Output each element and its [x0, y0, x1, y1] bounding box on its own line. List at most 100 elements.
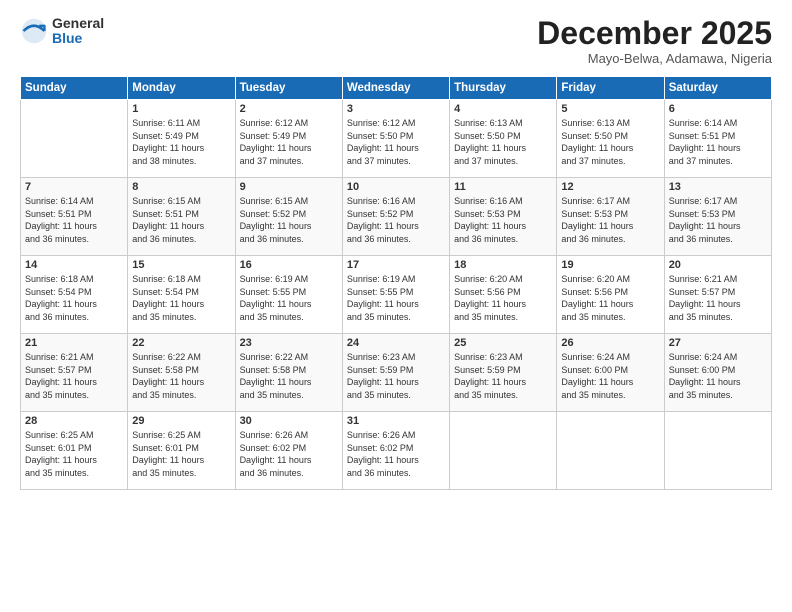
day-info: Sunrise: 6:15 AM Sunset: 5:52 PM Dayligh… — [240, 195, 338, 245]
day-info: Sunrise: 6:20 AM Sunset: 5:56 PM Dayligh… — [454, 273, 552, 323]
day-number: 24 — [347, 337, 445, 349]
day-info: Sunrise: 6:21 AM Sunset: 5:57 PM Dayligh… — [25, 351, 123, 401]
calendar-week-2: 7 Sunrise: 6:14 AM Sunset: 5:51 PM Daylig… — [21, 178, 772, 256]
calendar-cell: 15 Sunrise: 6:18 AM Sunset: 5:54 PM Dayli… — [128, 256, 235, 334]
calendar-cell: 27 Sunrise: 6:24 AM Sunset: 6:00 PM Dayli… — [664, 334, 771, 412]
calendar-cell: 5 Sunrise: 6:13 AM Sunset: 5:50 PM Daylig… — [557, 100, 664, 178]
calendar-cell — [557, 412, 664, 490]
day-info: Sunrise: 6:22 AM Sunset: 5:58 PM Dayligh… — [240, 351, 338, 401]
day-info: Sunrise: 6:14 AM Sunset: 5:51 PM Dayligh… — [669, 117, 767, 167]
day-info: Sunrise: 6:24 AM Sunset: 6:00 PM Dayligh… — [669, 351, 767, 401]
calendar-cell: 14 Sunrise: 6:18 AM Sunset: 5:54 PM Dayli… — [21, 256, 128, 334]
calendar-cell: 1 Sunrise: 6:11 AM Sunset: 5:49 PM Daylig… — [128, 100, 235, 178]
calendar-cell — [21, 100, 128, 178]
calendar-cell: 24 Sunrise: 6:23 AM Sunset: 5:59 PM Dayli… — [342, 334, 449, 412]
col-thursday: Thursday — [450, 77, 557, 100]
logo-blue-text: Blue — [52, 31, 104, 46]
day-number: 27 — [669, 337, 767, 349]
day-number: 6 — [669, 103, 767, 115]
calendar-cell: 22Sunrise: 6:22 AM Sunset: 5:58 PM Dayli… — [128, 334, 235, 412]
calendar-cell: 7 Sunrise: 6:14 AM Sunset: 5:51 PM Daylig… — [21, 178, 128, 256]
logo-icon — [20, 17, 48, 45]
day-number: 21 — [25, 337, 123, 349]
day-info: Sunrise: 6:13 AM Sunset: 5:50 PM Dayligh… — [454, 117, 552, 167]
calendar-cell: 6 Sunrise: 6:14 AM Sunset: 5:51 PM Daylig… — [664, 100, 771, 178]
day-info: Sunrise: 6:18 AM Sunset: 5:54 PM Dayligh… — [25, 273, 123, 323]
day-number: 28 — [25, 415, 123, 427]
calendar-cell: 17Sunrise: 6:19 AM Sunset: 5:55 PM Dayli… — [342, 256, 449, 334]
day-number: 18 — [454, 259, 552, 271]
day-info: Sunrise: 6:14 AM Sunset: 5:51 PM Dayligh… — [25, 195, 123, 245]
day-info: Sunrise: 6:12 AM Sunset: 5:49 PM Dayligh… — [240, 117, 338, 167]
day-number: 23 — [240, 337, 338, 349]
day-info: Sunrise: 6:19 AM Sunset: 5:55 PM Dayligh… — [347, 273, 445, 323]
day-info: Sunrise: 6:26 AM Sunset: 6:02 PM Dayligh… — [347, 429, 445, 479]
day-number: 4 — [454, 103, 552, 115]
location-subtitle: Mayo-Belwa, Adamawa, Nigeria — [537, 51, 772, 66]
calendar-cell — [664, 412, 771, 490]
day-number: 25 — [454, 337, 552, 349]
day-number: 19 — [561, 259, 659, 271]
calendar-body: 1 Sunrise: 6:11 AM Sunset: 5:49 PM Daylig… — [21, 100, 772, 490]
logo: General Blue — [20, 16, 104, 47]
day-number: 14 — [25, 259, 123, 271]
calendar-cell: 10Sunrise: 6:16 AM Sunset: 5:52 PM Dayli… — [342, 178, 449, 256]
day-number: 30 — [240, 415, 338, 427]
day-info: Sunrise: 6:11 AM Sunset: 5:49 PM Dayligh… — [132, 117, 230, 167]
calendar-week-3: 14 Sunrise: 6:18 AM Sunset: 5:54 PM Dayli… — [21, 256, 772, 334]
col-tuesday: Tuesday — [235, 77, 342, 100]
day-number: 5 — [561, 103, 659, 115]
day-info: Sunrise: 6:19 AM Sunset: 5:55 PM Dayligh… — [240, 273, 338, 323]
calendar-table: Sunday Monday Tuesday Wednesday Thursday… — [20, 76, 772, 490]
logo-text: General Blue — [52, 16, 104, 47]
day-number: 8 — [132, 181, 230, 193]
col-friday: Friday — [557, 77, 664, 100]
calendar-cell: 2 Sunrise: 6:12 AM Sunset: 5:49 PM Daylig… — [235, 100, 342, 178]
calendar-cell: 26Sunrise: 6:24 AM Sunset: 6:00 PM Dayli… — [557, 334, 664, 412]
day-info: Sunrise: 6:26 AM Sunset: 6:02 PM Dayligh… — [240, 429, 338, 479]
col-monday: Monday — [128, 77, 235, 100]
day-number: 16 — [240, 259, 338, 271]
calendar-week-1: 1 Sunrise: 6:11 AM Sunset: 5:49 PM Daylig… — [21, 100, 772, 178]
day-info: Sunrise: 6:16 AM Sunset: 5:53 PM Dayligh… — [454, 195, 552, 245]
day-number: 26 — [561, 337, 659, 349]
day-number: 2 — [240, 103, 338, 115]
day-number: 9 — [240, 181, 338, 193]
day-info: Sunrise: 6:17 AM Sunset: 5:53 PM Dayligh… — [561, 195, 659, 245]
calendar-cell: 23 Sunrise: 6:22 AM Sunset: 5:58 PM Dayli… — [235, 334, 342, 412]
day-info: Sunrise: 6:16 AM Sunset: 5:52 PM Dayligh… — [347, 195, 445, 245]
calendar-week-4: 21 Sunrise: 6:21 AM Sunset: 5:57 PM Dayli… — [21, 334, 772, 412]
month-title: December 2025 — [537, 16, 772, 51]
day-number: 7 — [25, 181, 123, 193]
calendar-cell: 21 Sunrise: 6:21 AM Sunset: 5:57 PM Dayli… — [21, 334, 128, 412]
col-saturday: Saturday — [664, 77, 771, 100]
day-number: 12 — [561, 181, 659, 193]
calendar-cell: 11Sunrise: 6:16 AM Sunset: 5:53 PM Dayli… — [450, 178, 557, 256]
calendar-cell: 19Sunrise: 6:20 AM Sunset: 5:56 PM Dayli… — [557, 256, 664, 334]
calendar-week-5: 28 Sunrise: 6:25 AM Sunset: 6:01 PM Dayli… — [21, 412, 772, 490]
day-info: Sunrise: 6:18 AM Sunset: 5:54 PM Dayligh… — [132, 273, 230, 323]
col-wednesday: Wednesday — [342, 77, 449, 100]
calendar-header: Sunday Monday Tuesday Wednesday Thursday… — [21, 77, 772, 100]
day-info: Sunrise: 6:13 AM Sunset: 5:50 PM Dayligh… — [561, 117, 659, 167]
day-number: 1 — [132, 103, 230, 115]
title-block: December 2025 Mayo-Belwa, Adamawa, Niger… — [537, 16, 772, 66]
logo-general-text: General — [52, 16, 104, 31]
calendar-cell: 28 Sunrise: 6:25 AM Sunset: 6:01 PM Dayli… — [21, 412, 128, 490]
day-number: 22 — [132, 337, 230, 349]
day-info: Sunrise: 6:23 AM Sunset: 5:59 PM Dayligh… — [347, 351, 445, 401]
page: General Blue December 2025 Mayo-Belwa, A… — [0, 0, 792, 612]
calendar-cell: 4 Sunrise: 6:13 AM Sunset: 5:50 PM Daylig… — [450, 100, 557, 178]
col-sunday: Sunday — [21, 77, 128, 100]
day-info: Sunrise: 6:25 AM Sunset: 6:01 PM Dayligh… — [25, 429, 123, 479]
day-number: 31 — [347, 415, 445, 427]
calendar-cell: 3Sunrise: 6:12 AM Sunset: 5:50 PM Daylig… — [342, 100, 449, 178]
day-number: 15 — [132, 259, 230, 271]
calendar-cell: 25Sunrise: 6:23 AM Sunset: 5:59 PM Dayli… — [450, 334, 557, 412]
day-info: Sunrise: 6:25 AM Sunset: 6:01 PM Dayligh… — [132, 429, 230, 479]
calendar-cell: 30 Sunrise: 6:26 AM Sunset: 6:02 PM Dayli… — [235, 412, 342, 490]
calendar-cell: 8Sunrise: 6:15 AM Sunset: 5:51 PM Daylig… — [128, 178, 235, 256]
calendar-cell: 18 Sunrise: 6:20 AM Sunset: 5:56 PM Dayli… — [450, 256, 557, 334]
header-row: Sunday Monday Tuesday Wednesday Thursday… — [21, 77, 772, 100]
day-number: 3 — [347, 103, 445, 115]
